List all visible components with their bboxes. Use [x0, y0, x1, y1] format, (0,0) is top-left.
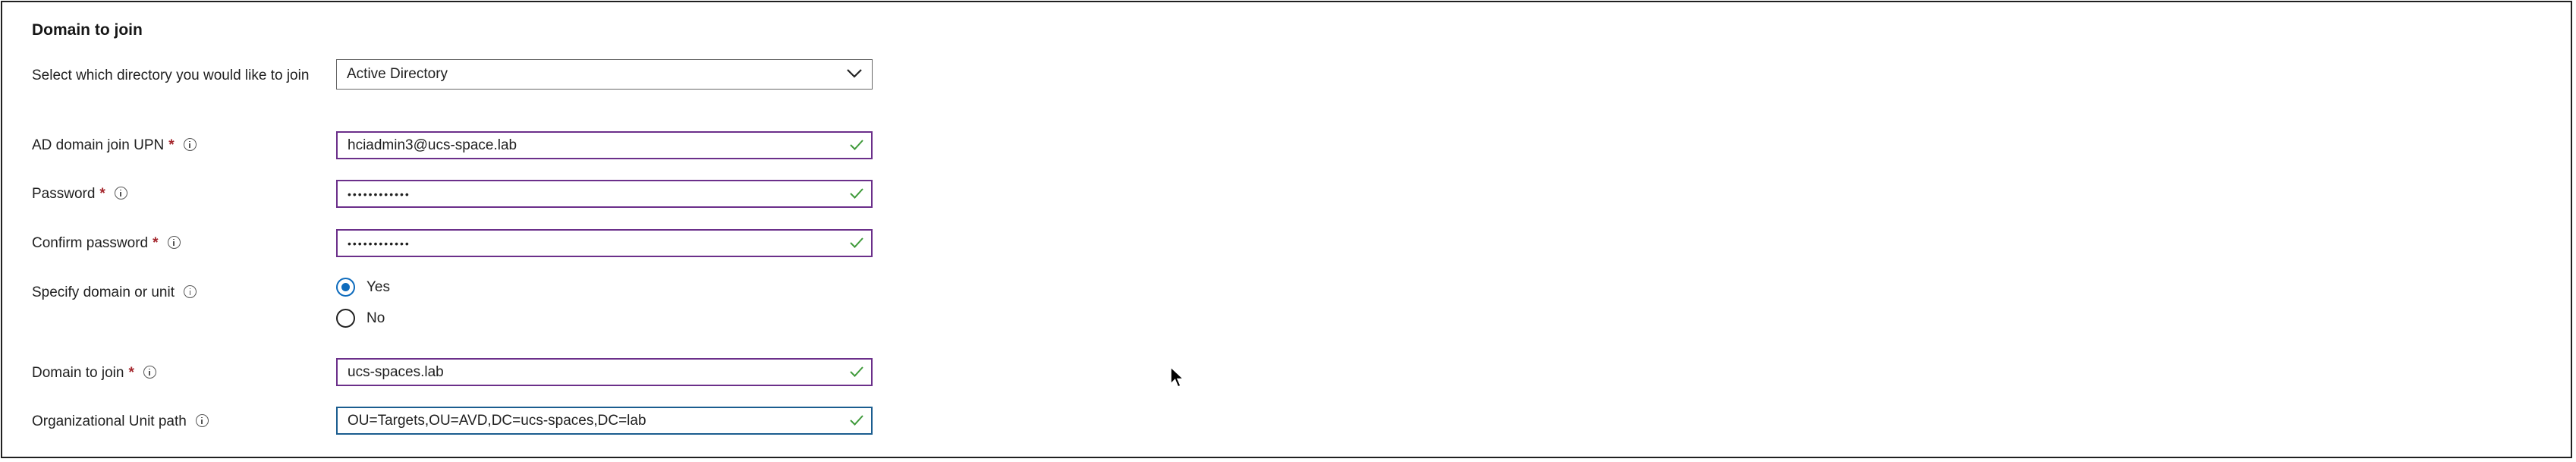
required-marker: *: [128, 365, 134, 381]
confirm-password-label: Confirm password *: [32, 233, 181, 254]
password-value: ••••••••••••: [348, 188, 410, 200]
mouse-cursor-icon: [1170, 366, 1185, 388]
info-icon[interactable]: [195, 414, 209, 427]
required-marker: *: [168, 137, 175, 153]
confirm-password-value: ••••••••••••: [348, 237, 410, 250]
valid-check-icon: [850, 366, 863, 377]
directory-select[interactable]: Active Directory: [336, 59, 873, 90]
ou-value: OU=Targets,OU=AVD,DC=ucs-spaces,DC=lab: [348, 413, 646, 429]
directory-select-value: Active Directory: [347, 66, 448, 82]
info-icon[interactable]: [167, 236, 181, 249]
valid-check-icon: [850, 237, 863, 248]
domain-input[interactable]: ucs-spaces.lab: [336, 358, 873, 386]
radio-selected-icon: [336, 278, 355, 297]
ou-label: Organizational Unit path: [32, 411, 209, 432]
upn-label: AD domain join UPN *: [32, 135, 197, 156]
required-marker: *: [153, 235, 159, 251]
specify-label: Specify domain or unit: [32, 282, 197, 303]
info-icon[interactable]: [183, 138, 197, 151]
confirm-password-input[interactable]: ••••••••••••: [336, 229, 873, 257]
section-title: Domain to join: [32, 21, 143, 39]
upn-value: hciadmin3@ucs-space.lab: [348, 137, 517, 153]
upn-input[interactable]: hciadmin3@ucs-space.lab: [336, 131, 873, 159]
valid-check-icon: [850, 415, 863, 426]
domain-value: ucs-spaces.lab: [348, 364, 444, 380]
info-icon[interactable]: [184, 285, 197, 298]
required-marker: *: [99, 186, 105, 202]
password-input[interactable]: ••••••••••••: [336, 180, 873, 208]
radio-yes-label: Yes: [366, 278, 390, 295]
chevron-down-icon: [847, 69, 862, 78]
directory-label: Select which directory you would like to…: [32, 68, 310, 83]
domain-label: Domain to join *: [32, 363, 156, 384]
radio-no[interactable]: No: [336, 309, 385, 328]
radio-yes[interactable]: Yes: [336, 278, 390, 297]
ou-input[interactable]: OU=Targets,OU=AVD,DC=ucs-spaces,DC=lab: [336, 407, 873, 435]
info-icon[interactable]: [143, 366, 156, 379]
radio-no-label: No: [366, 310, 385, 326]
password-label: Password *: [32, 184, 127, 205]
radio-unselected-icon: [336, 309, 355, 328]
valid-check-icon: [850, 188, 863, 199]
info-icon[interactable]: [114, 187, 127, 200]
valid-check-icon: [850, 140, 863, 150]
